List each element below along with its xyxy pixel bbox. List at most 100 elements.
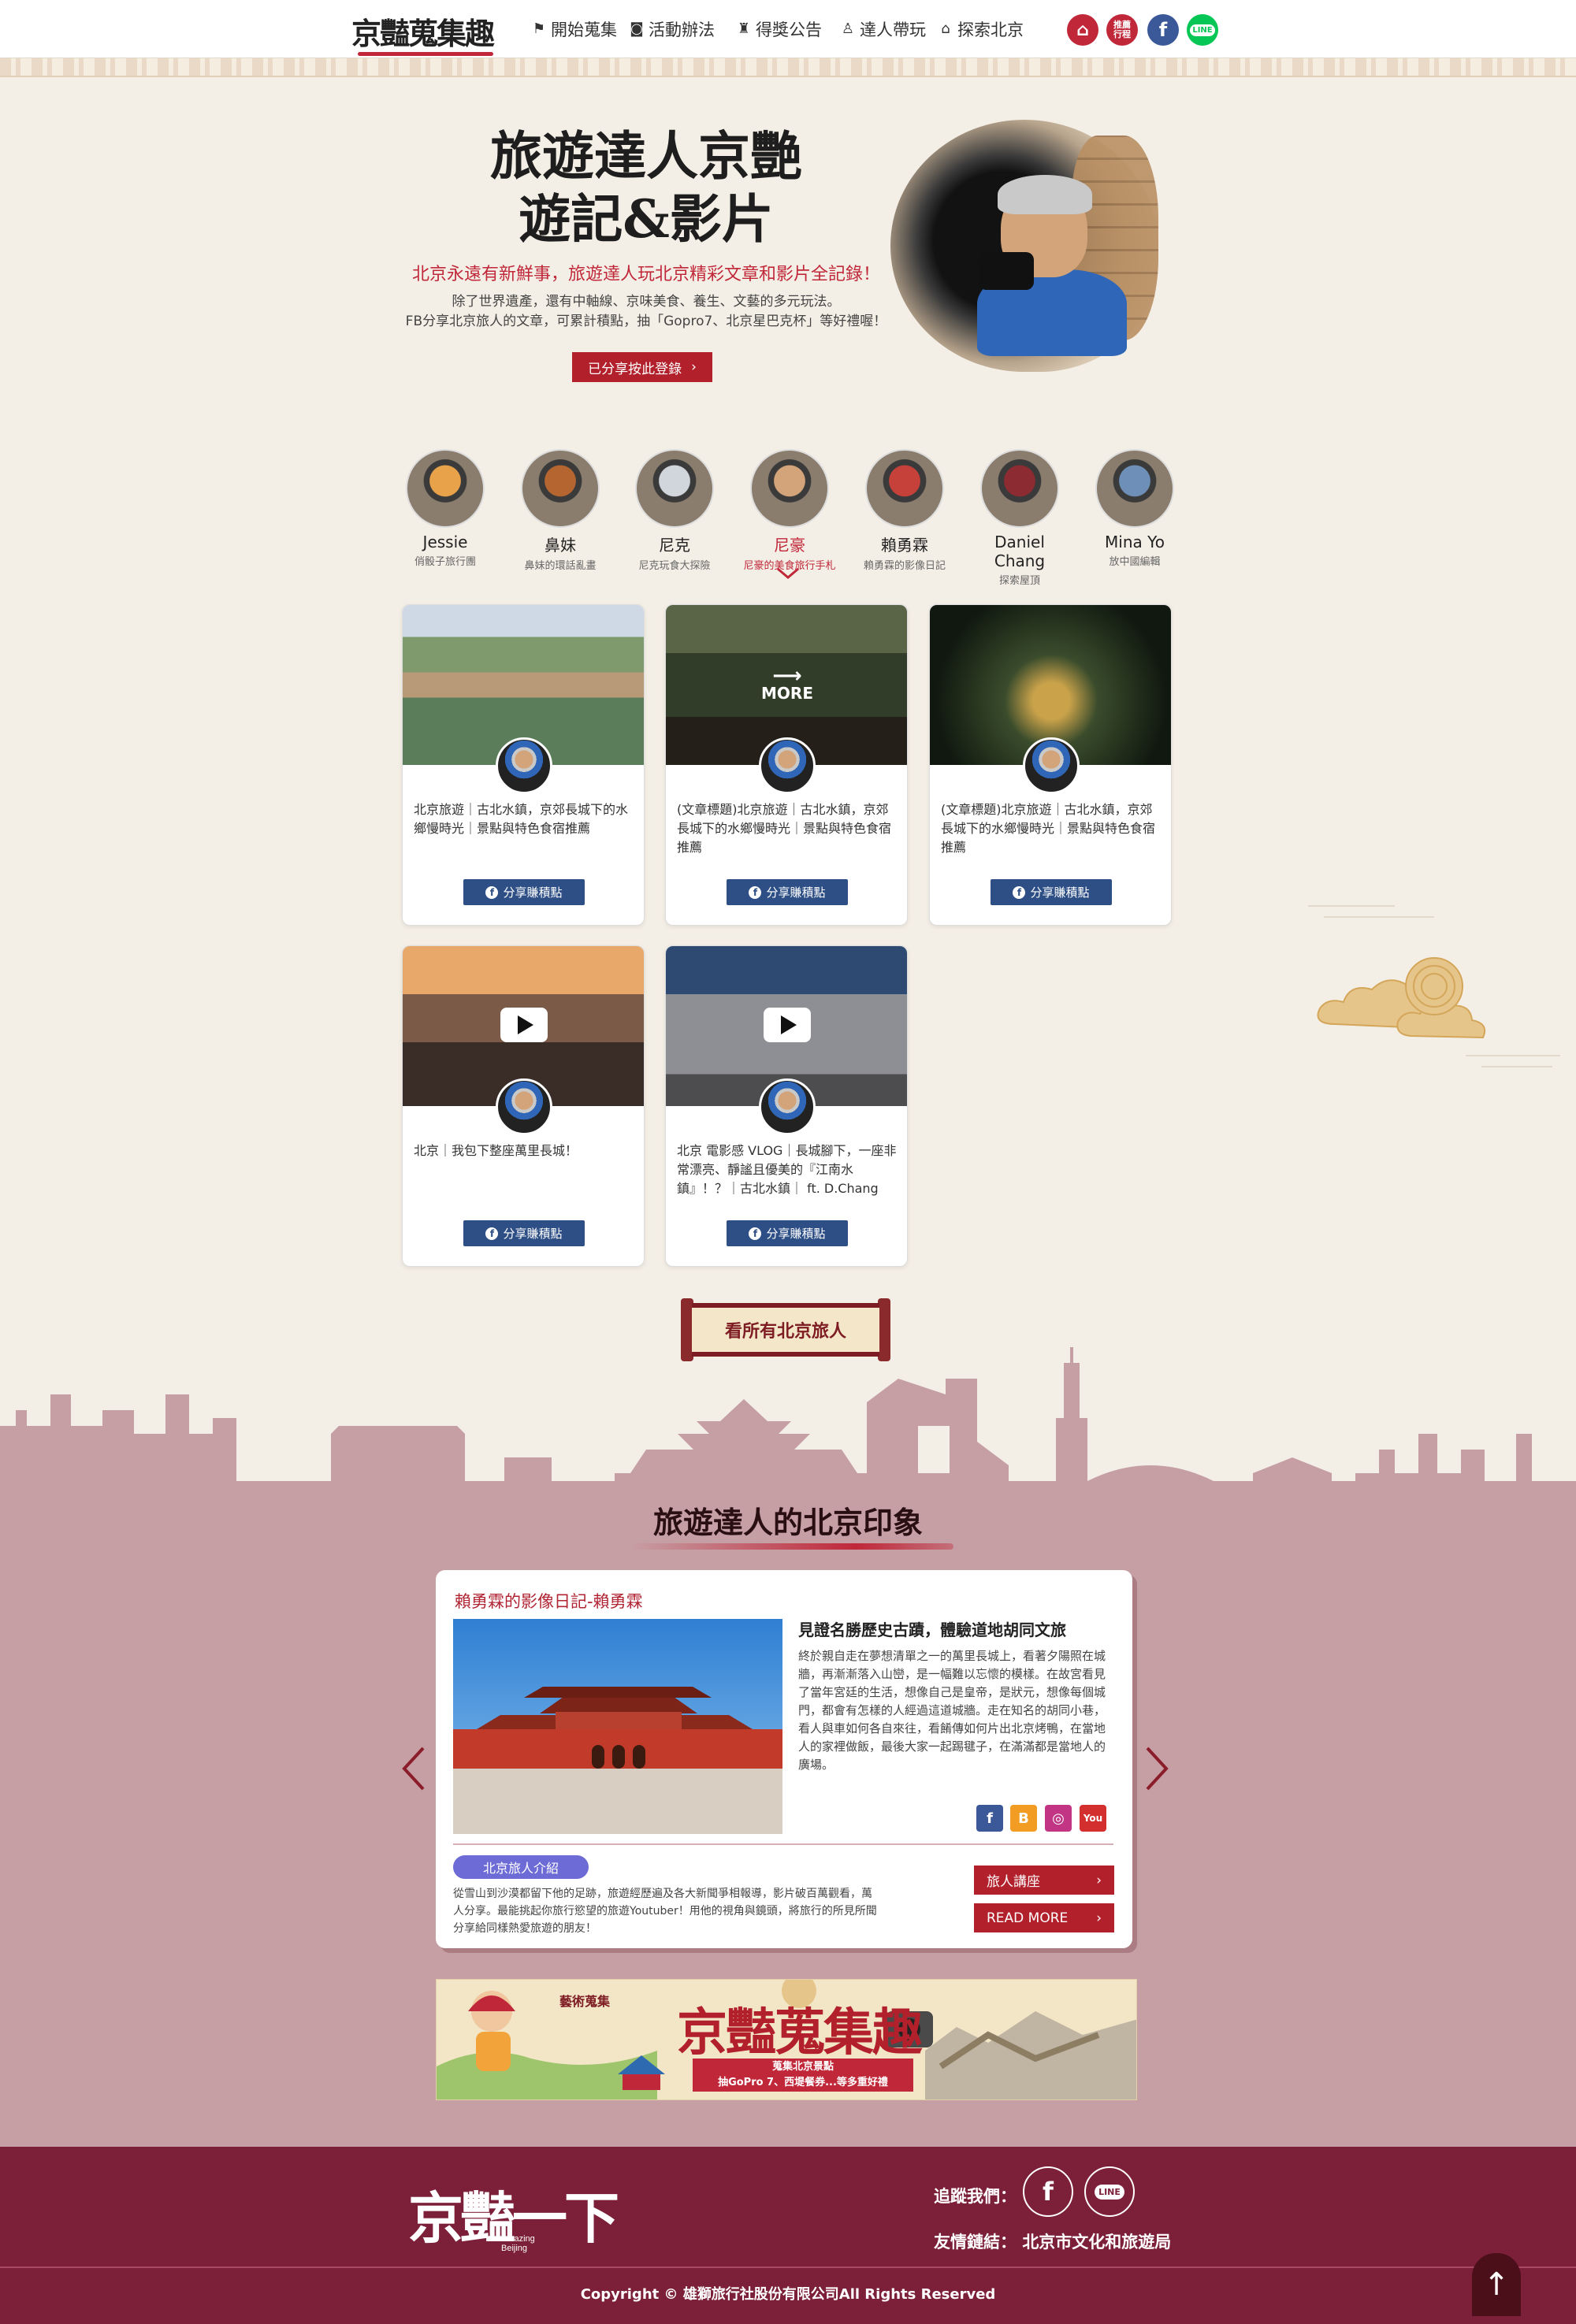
banner-tagline: 蒐集北京景點 抽GoPro 7、西堤餐券...等多重好禮 bbox=[693, 2059, 913, 2092]
back-to-top-button[interactable]: ↑ bbox=[1472, 2253, 1521, 2316]
culture-tourism-link[interactable]: 北京市文化和旅遊局 bbox=[1022, 2233, 1171, 2252]
post-title: 北京｜我包下整座萬里長城！ bbox=[414, 1143, 578, 1158]
author-avatar bbox=[759, 737, 816, 794]
hero-portrait-image bbox=[890, 120, 1158, 372]
nav-item-winners[interactable]: ♜ 得獎公告 bbox=[736, 17, 822, 41]
traveler-tagline: 俏骰子旅行團 bbox=[414, 556, 476, 568]
facebook-icon: f bbox=[1043, 2177, 1054, 2207]
share-earn-button[interactable]: f 分享賺積點 bbox=[463, 1220, 585, 1246]
facebook-icon: f bbox=[485, 1227, 499, 1240]
post-title: 北京旅遊｜古北水鎮，京郊長城下的水鄉慢時光｜景點與特色食宿推薦 bbox=[414, 802, 629, 836]
youtube-link[interactable]: You bbox=[1080, 1805, 1106, 1832]
read-more-button[interactable]: READ MORE › bbox=[974, 1903, 1114, 1932]
site-header: 京豔蒐集趣 ⚑ 開始蒐集 ◙ 活動辦法 ♜ 得獎公告 ♙ 達人帶玩 ⌂ 探索北京 ⌂ 推薦… bbox=[0, 0, 1576, 58]
facebook-link[interactable]: f bbox=[976, 1805, 1003, 1832]
line-icon: LINE bbox=[1190, 24, 1215, 36]
avatar bbox=[521, 449, 600, 528]
cloud-decoration bbox=[1308, 905, 1560, 1067]
avatar bbox=[750, 449, 829, 528]
promo-banner[interactable]: 藝術蒐集 京豔蒐集趣 蒐集北京景點 抽GoPro 7、西堤餐券...等多重好禮 bbox=[436, 1979, 1137, 2100]
friendly-links: 友情鏈結： 北京市文化和旅遊局 bbox=[934, 2233, 1172, 2252]
home-icon: ⌂ bbox=[1076, 20, 1089, 40]
share-register-button[interactable]: 已分享按此登錄 › bbox=[572, 352, 712, 382]
nav-item-experts[interactable]: ♙ 達人帶玩 bbox=[840, 17, 926, 41]
recommended-trip-button[interactable]: 推薦行程 bbox=[1106, 14, 1138, 46]
traveler-tagline: 賴勇霖的影像日記 bbox=[863, 560, 946, 572]
traveler-feature-panel: 賴勇霖的影像日記-賴勇霖 見證名勝歷史古蹟，體驗道地胡同文旅 終於親自走在夢想清… bbox=[436, 1570, 1132, 1948]
traveler-avatar[interactable]: Mina Yo 放中國編輯 bbox=[1091, 449, 1178, 568]
article-card[interactable]: (文章標題)北京旅遊｜古北水鎮，京郊長城下的水鄉慢時光｜景點與特色食宿推薦 f 分享… bbox=[929, 604, 1172, 926]
instagram-link[interactable]: ◎ bbox=[1045, 1805, 1072, 1832]
intro-tag: 北京旅人介紹 bbox=[453, 1855, 589, 1879]
traveler-tagline: 探索屋頂 bbox=[998, 575, 1040, 587]
traveler-name: 賴勇霖 bbox=[881, 536, 928, 555]
traveler-avatar[interactable]: 尼豪 尼豪的美食旅行手札 bbox=[743, 449, 836, 572]
play-icon[interactable] bbox=[500, 1008, 548, 1042]
share-earn-button[interactable]: f 分享賺積點 bbox=[727, 879, 848, 905]
chevron-right-icon: › bbox=[1096, 1910, 1102, 1926]
video-card[interactable]: 北京｜我包下整座萬里長城！ f 分享賺積點 bbox=[402, 945, 645, 1267]
lecture-button[interactable]: 旅人講座 › bbox=[974, 1866, 1114, 1895]
footer-divider bbox=[0, 2266, 1576, 2268]
carousel-prev-arrow[interactable] bbox=[398, 1745, 429, 1792]
play-icon[interactable] bbox=[764, 1008, 811, 1042]
flag-icon: ⚑ bbox=[532, 20, 546, 37]
avatar bbox=[980, 449, 1059, 528]
footer-logo[interactable]: 京豔一下 Amazing Beijing bbox=[408, 2174, 619, 2254]
line-icon: LINE bbox=[1095, 2184, 1124, 2200]
facebook-icon: f bbox=[987, 1810, 993, 1827]
hero-description-1: 除了世界遺產，還有中軸線、京味美食、養生、文藝的多元玩法。 bbox=[452, 294, 841, 310]
blogger-icon: B bbox=[1018, 1810, 1029, 1827]
nav-item-start[interactable]: ⚑ 開始蒐集 bbox=[531, 17, 617, 41]
traveler-tagline: 尼克玩食大探險 bbox=[638, 560, 711, 572]
chevron-right-icon: › bbox=[1096, 1872, 1102, 1888]
video-card[interactable]: 北京 電影感 VLOG｜長城腳下，一座非常漂亮、靜謐且優美的『江南水鎮』！？｜古… bbox=[665, 945, 908, 1267]
traveler-name: Daniel Chang bbox=[994, 533, 1046, 570]
trophy-icon: ♜ bbox=[737, 20, 751, 37]
traveler-avatar[interactable]: Jessie 俏骰子旅行團 bbox=[402, 449, 489, 568]
more-overlay[interactable]: ⟶ MORE bbox=[759, 666, 816, 703]
hero-description-2: FB分享北京旅人的文章，可累計積點，抽「Gopro7、北京星巴克杯」等好禮喔！ bbox=[405, 314, 887, 329]
author-avatar bbox=[496, 1078, 552, 1135]
facebook-icon: f bbox=[485, 885, 499, 899]
share-earn-button[interactable]: f 分享賺積點 bbox=[991, 879, 1112, 905]
footer-facebook-button[interactable]: f bbox=[1023, 2166, 1073, 2217]
footer-line-button[interactable]: LINE bbox=[1084, 2166, 1135, 2217]
avatar bbox=[865, 449, 944, 528]
nav-item-explore[interactable]: ⌂ 探索北京 bbox=[938, 17, 1024, 41]
banner-stamp: 藝術蒐集 bbox=[559, 1994, 611, 2009]
youtube-icon: You bbox=[1083, 1813, 1103, 1824]
carousel-next-arrow[interactable] bbox=[1141, 1745, 1173, 1792]
facebook-button[interactable]: f bbox=[1147, 14, 1179, 46]
blogger-link[interactable]: B bbox=[1010, 1805, 1037, 1832]
copyright: Copyright © 雄獅旅行社股份有限公司All Rights Reserv… bbox=[580, 2286, 996, 2303]
article-body: 終於親自走在夢想清單之一的萬里長城上，看著夕陽照在城牆，再漸漸落入山巒，是一幅難… bbox=[798, 1649, 1106, 1772]
instagram-icon: ◎ bbox=[1052, 1810, 1065, 1827]
panel-heading[interactable]: 賴勇霖的影像日記-賴勇霖 bbox=[455, 1589, 643, 1613]
article-card[interactable]: ⟶ MORE (文章標題)北京旅遊｜古北水鎮，京郊長城下的水鄉慢時光｜景點與特色食宿… bbox=[665, 604, 908, 926]
traveler-avatar[interactable]: 尼克 尼克玩食大探險 bbox=[631, 449, 718, 572]
badge-icon: ◙ bbox=[630, 20, 644, 37]
article-card[interactable]: 北京旅遊｜古北水鎮，京郊長城下的水鄉慢時光｜景點與特色食宿推薦 f 分享賺積點 bbox=[402, 604, 645, 926]
traveler-avatar[interactable]: 賴勇霖賴勇霖的影像日記 bbox=[861, 449, 948, 572]
hero-subtitle: 北京永遠有新鮮事，旅遊達人玩北京精彩文章和影片全記錄！ bbox=[411, 265, 880, 284]
traveler-avatar[interactable]: Daniel Chang 探索屋頂 bbox=[976, 449, 1063, 587]
avatar bbox=[406, 449, 485, 528]
traveler-name: 尼豪 bbox=[774, 536, 805, 555]
follow-label: 追蹤我們： bbox=[934, 2187, 1017, 2206]
share-earn-button[interactable]: f 分享賺積點 bbox=[727, 1220, 848, 1246]
decorative-border bbox=[0, 58, 1576, 77]
traveler-avatar[interactable]: 鼻妹 鼻妹的環話亂畫 bbox=[517, 449, 604, 572]
facebook-icon: f bbox=[1158, 19, 1168, 41]
author-avatar bbox=[1023, 737, 1080, 794]
share-earn-button[interactable]: f 分享賺積點 bbox=[463, 879, 585, 905]
article-title: 見證名勝歷史古蹟，體驗道地胡同文旅 bbox=[798, 1620, 1066, 1639]
traveler-intro: 從雪山到沙漠都留下他的足跡，旅遊經歷遍及各大新聞爭相報導，影片破百萬觀看，萬人分… bbox=[453, 1888, 877, 1935]
home-button[interactable]: ⌂ bbox=[1067, 14, 1098, 46]
author-avatar bbox=[759, 1078, 816, 1135]
site-logo[interactable]: 京豔蒐集趣 bbox=[351, 9, 495, 56]
traveler-name: 鼻妹 bbox=[545, 536, 576, 555]
line-button[interactable]: LINE bbox=[1187, 14, 1218, 46]
post-title: 北京 電影感 VLOG｜長城腳下，一座非常漂亮、靜謐且優美的『江南水鎮』！？｜古… bbox=[677, 1143, 897, 1196]
nav-item-rules[interactable]: ◙ 活動辦法 bbox=[629, 17, 715, 41]
